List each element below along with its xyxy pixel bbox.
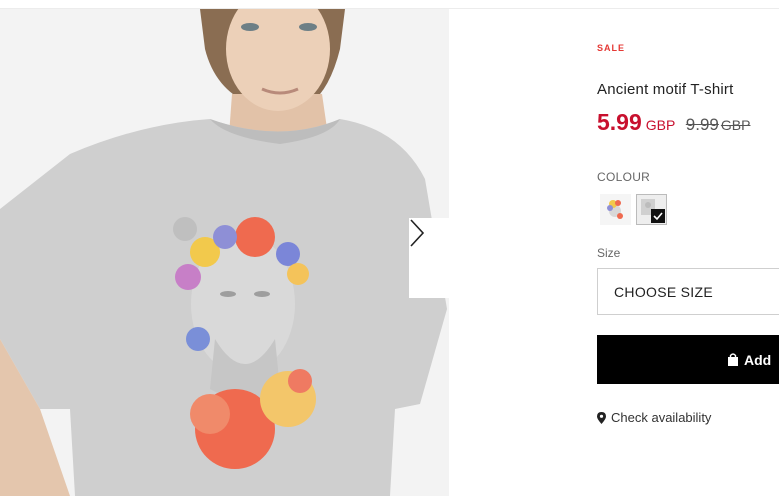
product-photo bbox=[0, 9, 449, 496]
selected-check-icon bbox=[651, 209, 665, 223]
add-button-label: Add bbox=[744, 351, 772, 368]
chevron-right-icon bbox=[410, 219, 425, 247]
sale-price: 5.99 bbox=[597, 109, 642, 135]
sale-badge: SALE bbox=[597, 43, 626, 53]
check-availability-label: Check availability bbox=[611, 410, 712, 425]
location-pin-icon bbox=[597, 411, 606, 424]
shopping-bag-icon bbox=[727, 353, 739, 366]
colour-swatch-2-selected[interactable] bbox=[636, 194, 667, 225]
swatch-thumbnail bbox=[600, 194, 631, 225]
sale-price-currency: GBP bbox=[645, 117, 676, 133]
size-label: Size bbox=[597, 246, 621, 260]
original-price: 9.99 bbox=[685, 115, 719, 134]
price-row: 5.99 GBP 9.99 GBP bbox=[597, 109, 750, 136]
original-price-currency: GBP bbox=[720, 117, 751, 133]
product-title: Ancient motif T-shirt bbox=[597, 81, 734, 98]
add-to-bag-button[interactable]: Add bbox=[597, 335, 779, 384]
colour-swatch-1[interactable] bbox=[600, 194, 631, 225]
product-image-gallery[interactable] bbox=[0, 9, 449, 496]
size-select[interactable]: CHOOSE SIZE bbox=[597, 268, 779, 315]
colour-label: COLOUR bbox=[597, 170, 651, 184]
next-image-button[interactable] bbox=[409, 218, 449, 298]
check-availability-link[interactable]: Check availability bbox=[597, 410, 711, 425]
